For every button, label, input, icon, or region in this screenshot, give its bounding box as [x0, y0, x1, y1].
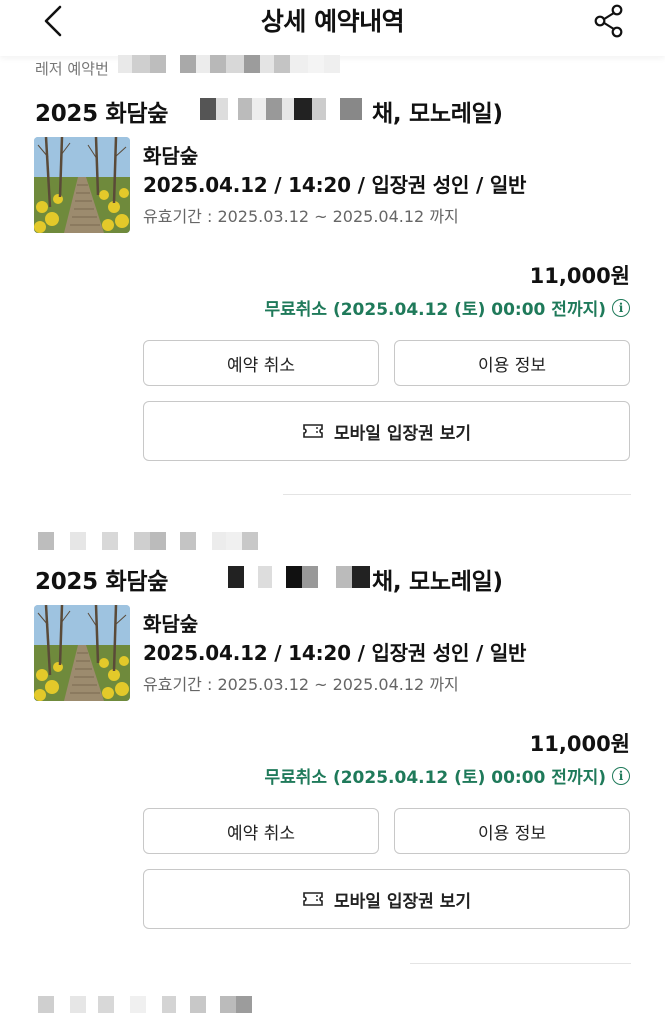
info-icon[interactable]: i	[612, 766, 630, 785]
ticket-icon	[303, 424, 323, 438]
forest-path-image	[34, 137, 130, 233]
redacted-title	[200, 566, 370, 588]
share-button[interactable]	[592, 4, 626, 38]
info-icon[interactable]: i	[612, 298, 630, 317]
price: 11,000원	[529, 732, 630, 756]
product-title: 2025 화담숲	[35, 562, 168, 596]
validity-period: 유효기간 : 2025.03.12 ~ 2025.04.12 까지	[143, 207, 459, 226]
price: 11,000원	[529, 264, 630, 288]
top-app-bar: 상세 예약내역	[0, 0, 665, 56]
place-name: 화담숲	[143, 612, 199, 636]
product-title-prefix: 2025 화담숲	[35, 101, 169, 127]
booking-detail: 2025.04.12 / 14:20 / 입장권 성인 / 일반	[143, 173, 527, 197]
usage-info-button[interactable]: 이용 정보	[394, 340, 630, 386]
usage-info-button[interactable]: 이용 정보	[394, 808, 630, 854]
product-thumbnail	[34, 605, 130, 701]
forest-path-image	[34, 605, 130, 701]
mobile-ticket-label: 모바일 입장권 보기	[334, 891, 471, 912]
place-name: 화담숲	[143, 144, 199, 168]
mobile-ticket-button[interactable]: 모바일 입장권 보기	[143, 869, 630, 929]
product-thumbnail	[34, 137, 130, 233]
free-cancel-note: 무료취소 (2025.04.12 (토) 00:00 전까지) i	[264, 295, 630, 320]
free-cancel-note: 무료취소 (2025.04.12 (토) 00:00 전까지) i	[264, 763, 630, 788]
redacted-booking-number	[38, 532, 258, 550]
redacted-title	[200, 98, 362, 120]
validity-period: 유효기간 : 2025.03.12 ~ 2025.04.12 까지	[143, 675, 459, 694]
mobile-ticket-button[interactable]: 모바일 입장권 보기	[143, 401, 630, 461]
free-cancel-text: 무료취소 (2025.04.12 (토) 00:00 전까지)	[264, 768, 606, 788]
page-title: 상세 예약내역	[260, 7, 405, 36]
mobile-ticket-label: 모바일 입장권 보기	[334, 423, 471, 444]
product-title-suffix: 채, 모노레일)	[372, 101, 503, 127]
section-divider	[283, 494, 631, 495]
booking-category: 레저 예약번	[35, 60, 109, 78]
product-title: 2025 화담숲	[35, 94, 168, 128]
cancel-booking-button[interactable]: 예약 취소	[143, 340, 379, 386]
booking-detail: 2025.04.12 / 14:20 / 입장권 성인 / 일반	[143, 641, 527, 665]
free-cancel-text: 무료취소 (2025.04.12 (토) 00:00 전까지)	[264, 300, 606, 320]
cancel-booking-button[interactable]: 예약 취소	[143, 808, 379, 854]
product-title-suffix: 채, 모노레일)	[372, 569, 503, 595]
redacted-booking-number	[118, 55, 340, 73]
share-icon	[594, 4, 623, 38]
ticket-icon	[303, 892, 323, 906]
product-title-prefix: 2025 화담숲	[35, 569, 169, 595]
redacted-next-item	[38, 996, 252, 1013]
section-divider	[410, 963, 631, 964]
